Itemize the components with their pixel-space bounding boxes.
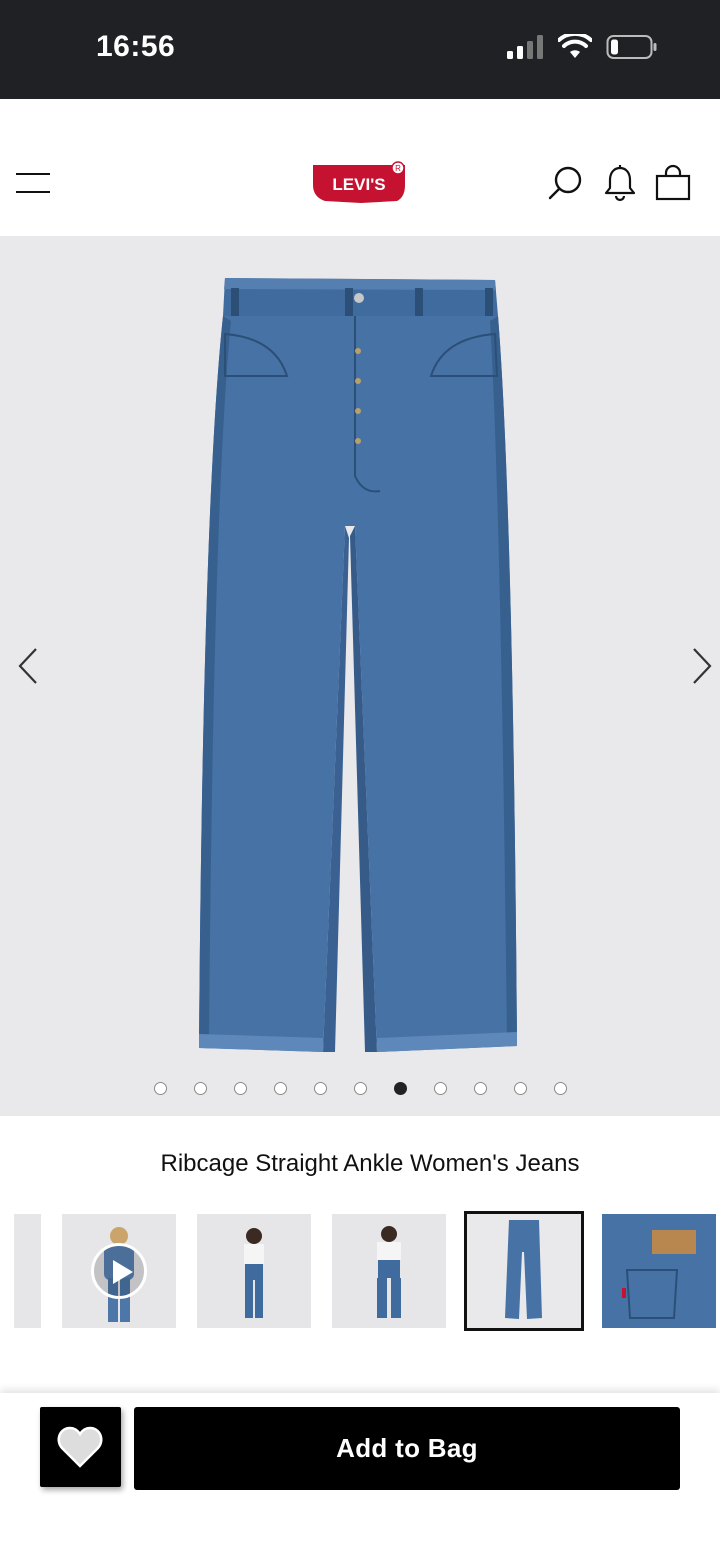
pagination-dot[interactable] [433,1082,447,1095]
pagination-dot[interactable] [513,1082,527,1095]
pagination-dot[interactable] [273,1082,287,1095]
product-image-gallery[interactable] [0,236,720,1116]
pagination-dot[interactable] [553,1082,567,1095]
pagination-dot[interactable] [353,1082,367,1095]
thumbnail-partial[interactable] [14,1214,41,1328]
pagination-dot[interactable] [193,1082,207,1095]
wishlist-button[interactable] [40,1407,121,1487]
gallery-pagination [0,1082,720,1095]
product-title: Ribcage Straight Ankle Women's Jeans [160,1150,580,1177]
jeans-photo [467,1214,581,1328]
pagination-dot[interactable] [233,1082,247,1095]
pagination-dot[interactable] [313,1082,327,1095]
thumbnail-strip [0,1211,720,1333]
status-icons [506,34,658,60]
model-photo [244,1228,264,1318]
heart-icon [57,1426,103,1468]
thumbnail-selected[interactable] [464,1211,584,1331]
pagination-dot-active[interactable] [393,1082,407,1095]
menu-button[interactable] [16,169,52,195]
thumbnail-image[interactable] [197,1214,311,1328]
bottom-action-bar: Add to Bag [0,1393,720,1561]
pagination-dot[interactable] [473,1082,487,1095]
site-header: LEVI'S R [0,99,720,236]
product-image-jeans [199,278,517,1052]
levis-logo[interactable]: LEVI'S R [311,159,411,207]
wifi-icon [558,34,592,58]
battery-icon [606,35,657,59]
menu-line [16,173,50,175]
previous-image-arrow-icon[interactable] [14,646,44,686]
cellular-signal-icon [507,35,543,59]
jeans-back-photo [602,1214,716,1328]
bell-icon[interactable] [600,163,640,203]
thumbnail-image[interactable] [602,1214,716,1328]
thumbnail-image[interactable] [332,1214,446,1328]
svg-text:R: R [395,164,401,173]
add-to-bag-button[interactable]: Add to Bag [134,1407,680,1490]
next-image-arrow-icon[interactable] [686,646,716,686]
search-icon[interactable] [546,163,586,203]
menu-line [16,191,50,193]
svg-text:LEVI'S: LEVI'S [332,175,385,194]
model-photo [377,1226,401,1318]
pagination-dot[interactable] [153,1082,167,1095]
thumbnail-video[interactable] [62,1214,176,1328]
status-bar: 16:56 [0,0,720,99]
status-time: 16:56 [96,30,176,63]
play-video-icon[interactable] [91,1243,147,1299]
shopping-bag-icon[interactable] [653,163,693,203]
